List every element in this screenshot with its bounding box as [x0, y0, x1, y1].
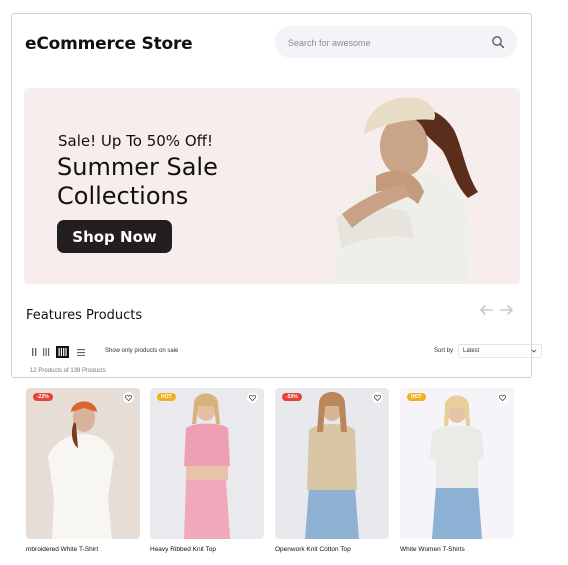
search-bar[interactable] — [275, 26, 517, 58]
discount-badge: -55% — [282, 393, 302, 401]
wishlist-heart-icon[interactable] — [123, 392, 134, 403]
hero-banner: Sale! Up To 50% Off! Summer Sale Collect… — [24, 88, 520, 284]
banner-eyebrow: Sale! Up To 50% Off! — [58, 132, 213, 150]
product-image[interactable] — [275, 388, 389, 539]
product-card[interactable]: HOT Heavy Ribbed Knit Top — [150, 388, 264, 558]
grid-2-view-icon[interactable] — [26, 346, 39, 358]
wishlist-heart-icon[interactable] — [497, 392, 508, 403]
product-image[interactable] — [26, 388, 140, 539]
product-card[interactable]: -22% mbroidered White T-Shirt — [26, 388, 140, 558]
product-card[interactable]: -55% Openwork Knit Cotton Top — [275, 388, 389, 558]
product-name[interactable]: White Women T-Shirts — [400, 546, 465, 553]
hot-badge: HOT — [157, 393, 176, 401]
banner-model-image — [334, 97, 478, 284]
sort-value: Latest — [463, 348, 480, 354]
shop-now-button[interactable]: Shop Now — [57, 220, 172, 253]
product-image[interactable] — [400, 388, 514, 539]
product-name[interactable]: Openwork Knit Cotton Top — [275, 546, 351, 553]
grid-4-view-icon[interactable] — [56, 346, 69, 358]
product-image[interactable] — [150, 388, 264, 539]
product-count: 12 Products of 139 Products — [30, 368, 106, 374]
brand-logo[interactable]: eCommerce Store — [25, 34, 193, 54]
banner-headline: Summer Sale Collections — [57, 153, 218, 210]
wishlist-heart-icon[interactable] — [372, 392, 383, 403]
list-view-icon[interactable] — [74, 346, 87, 358]
section-title: Features Products — [26, 308, 143, 323]
arrow-right-icon[interactable] — [500, 304, 514, 316]
discount-badge: -22% — [33, 393, 53, 401]
product-name[interactable]: Heavy Ribbed Knit Top — [150, 546, 216, 553]
grid-3-view-icon[interactable] — [39, 346, 52, 358]
search-icon[interactable] — [491, 35, 505, 49]
sort-label: Sort by — [434, 348, 454, 354]
hot-badge: HOT — [407, 393, 426, 401]
arrow-left-icon[interactable] — [479, 304, 493, 316]
search-input[interactable] — [286, 34, 480, 52]
chevron-down-icon — [531, 349, 537, 353]
sale-filter-toggle[interactable]: Show only products on sale — [105, 348, 178, 354]
product-name[interactable]: mbroidered White T-Shirt — [26, 546, 98, 553]
wishlist-heart-icon[interactable] — [247, 392, 258, 403]
product-toolbar: Show only products on sale Sort by Lates… — [26, 344, 542, 360]
sort-select[interactable]: Latest — [458, 344, 542, 358]
product-card[interactable]: HOT White Women T-Shirts — [400, 388, 514, 558]
